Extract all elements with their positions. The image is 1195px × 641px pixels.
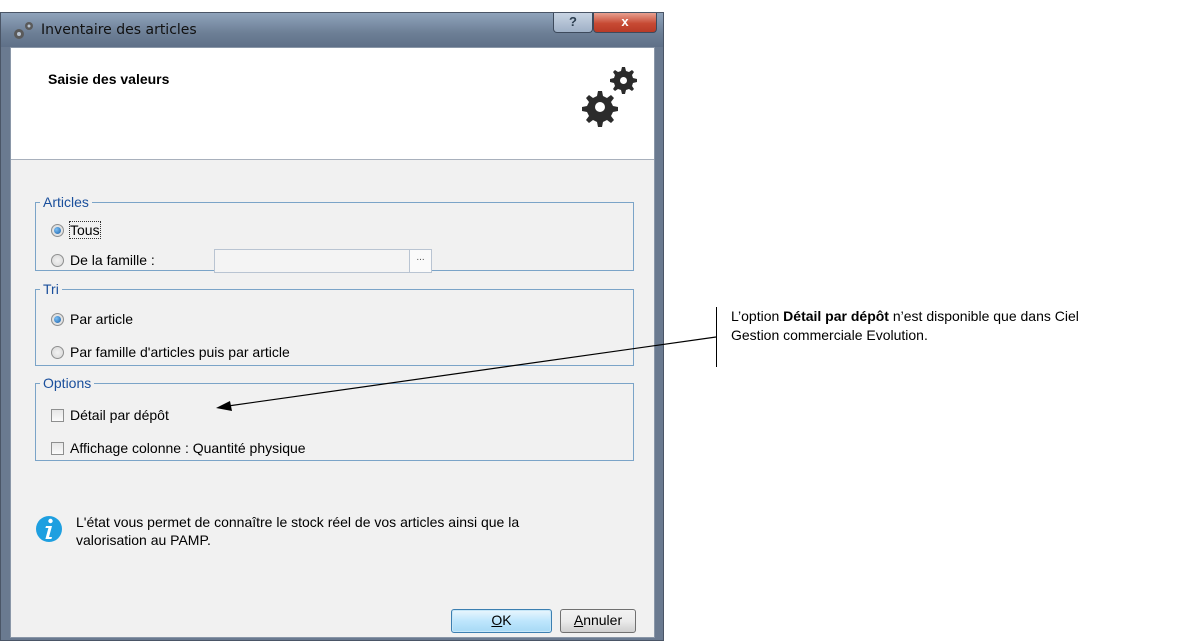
radio-par-famille[interactable]: Par famille d'articles puis par article [51, 344, 290, 360]
ok-mnemonic: O [491, 612, 503, 628]
annotation-line1: L’option Détail par dépôt n’est disponib… [731, 307, 1191, 326]
ok-button[interactable]: OK [451, 609, 552, 633]
close-button[interactable]: x [593, 13, 657, 33]
annotation-text: L’option Détail par dépôt n’est disponib… [731, 307, 1191, 345]
radio-famille-button[interactable] [51, 253, 64, 267]
radio-par-famille-button[interactable] [51, 345, 64, 359]
info-icon [36, 516, 62, 542]
annotation-bar [716, 307, 717, 367]
checkbox-detail-depot-label[interactable]: Détail par dépôt [70, 407, 169, 423]
help-button[interactable]: ? [553, 13, 593, 33]
radio-par-article[interactable]: Par article [51, 311, 133, 327]
browse-famille-button[interactable]: ... [409, 249, 432, 273]
dialog-header: Saisie des valeurs [11, 48, 654, 160]
radio-tous[interactable]: Tous [51, 221, 101, 239]
radio-famille-label[interactable]: De la famille : [70, 252, 155, 268]
tri-group: Tri Par article Par famille d'articles p… [35, 281, 634, 366]
checkbox-affichage-colonne-label[interactable]: Affichage colonne : Quantité physique [70, 440, 306, 456]
options-legend: Options [43, 375, 92, 391]
radio-famille[interactable]: De la famille : ... [51, 249, 432, 273]
settings-gears-icon [582, 67, 637, 127]
dialog-client: Saisie des valeurs Articles Tous De la f… [10, 47, 655, 638]
title-bar[interactable]: Inventaire des articles ? x [1, 13, 663, 47]
articles-legend: Articles [43, 194, 89, 210]
checkbox-detail-depot[interactable]: Détail par dépôt [51, 407, 169, 423]
radio-tous-label[interactable]: Tous [69, 221, 101, 239]
cancel-button[interactable]: Annuler [560, 609, 636, 633]
options-group: Options Détail par dépôt Affichage colon… [35, 375, 634, 461]
radio-tous-button[interactable] [51, 223, 64, 237]
info-text-line2: valorisation au PAMP. [76, 532, 211, 548]
checkbox-affichage-colonne[interactable]: Affichage colonne : Quantité physique [51, 440, 306, 456]
gears-icon [14, 22, 33, 39]
page-title: Saisie des valeurs [48, 71, 170, 87]
annotation-bold: Détail par dépôt [783, 308, 889, 324]
radio-par-article-label[interactable]: Par article [70, 311, 133, 327]
info-text-line1: L'état vous permet de connaître le stock… [76, 514, 520, 530]
annotation-suffix: n’est disponible que dans Ciel [888, 308, 1079, 324]
ok-label: K [502, 612, 512, 628]
tri-legend: Tri [43, 281, 59, 297]
radio-par-famille-label[interactable]: Par famille d'articles puis par article [70, 344, 290, 360]
articles-group: Articles Tous De la famille : ... [35, 194, 634, 273]
checkbox-affichage-colonne-box[interactable] [51, 441, 64, 455]
cancel-mnemonic: A [573, 612, 584, 628]
annotation-prefix: L’option [731, 308, 784, 324]
cancel-label: nnuler [583, 612, 623, 628]
dialog-body: Articles Tous De la famille : ... Tri Pa… [11, 160, 654, 637]
radio-par-article-button[interactable] [51, 312, 64, 326]
checkbox-detail-depot-box[interactable] [51, 408, 64, 422]
annotation-line2: Gestion commerciale Evolution. [731, 327, 928, 343]
window-title: Inventaire des articles [41, 22, 197, 38]
info-text: L'état vous permet de connaître le stock… [76, 513, 656, 549]
famille-input[interactable] [214, 249, 411, 273]
